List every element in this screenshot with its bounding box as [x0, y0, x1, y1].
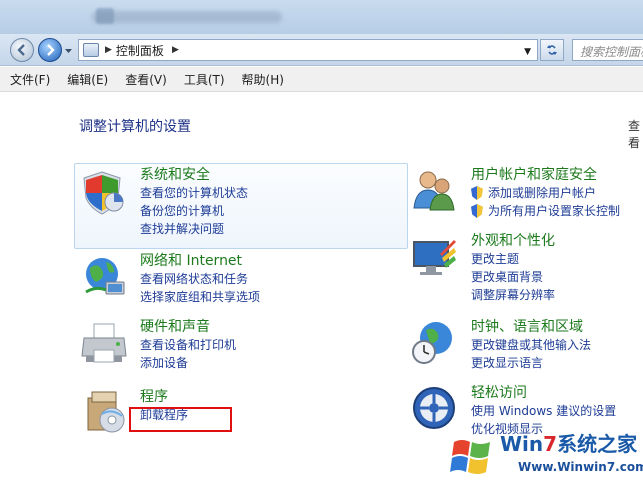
blurred-window-title — [92, 11, 282, 23]
link-change-background[interactable]: 更改桌面背景 — [471, 268, 555, 286]
watermark-brand: Win7系统之家 — [500, 428, 637, 457]
link-troubleshoot[interactable]: 查找并解决问题 — [140, 220, 248, 238]
arrow-left-icon — [17, 44, 25, 56]
control-panel-icon — [83, 43, 99, 57]
link-add-device[interactable]: 添加设备 — [140, 354, 236, 372]
link-backup-computer[interactable]: 备份您的计算机 — [140, 202, 248, 220]
category-clock-language: 时钟、语言和区域 更改键盘或其他输入法 更改显示语言 — [471, 318, 591, 372]
watermark-url: Www.Winwin7.com — [518, 460, 643, 474]
category-network-internet: 网络和 Internet 查看网络状态和任务 选择家庭组和共享选项 — [140, 252, 260, 306]
breadcrumb-control-panel[interactable]: 控制面板 — [116, 42, 164, 59]
back-button[interactable] — [10, 38, 34, 62]
navigation-bar: ▶ 控制面板 ▶ ▼ 搜索控制面板 — [0, 34, 643, 66]
users-icon — [413, 171, 455, 211]
display-icon — [413, 240, 456, 275]
category-title-programs[interactable]: 程序 — [140, 388, 188, 406]
menu-edit[interactable]: 编辑(E) — [67, 71, 108, 88]
view-by-label[interactable]: 查看 — [628, 117, 643, 151]
link-uninstall-program[interactable]: 卸载程序 — [140, 406, 188, 424]
watermark-brand-seven: 7 — [543, 432, 558, 456]
category-title-appearance[interactable]: 外观和个性化 — [471, 232, 555, 250]
category-title-network-internet[interactable]: 网络和 Internet — [140, 252, 260, 270]
breadcrumb-arrow-icon[interactable]: ▶ — [105, 45, 112, 55]
link-change-input-method[interactable]: 更改键盘或其他输入法 — [471, 336, 591, 354]
menu-file[interactable]: 文件(F) — [10, 71, 50, 88]
refresh-button[interactable] — [540, 39, 564, 61]
page-title: 调整计算机的设置 — [79, 119, 191, 135]
menu-view[interactable]: 查看(V) — [125, 71, 167, 88]
arrow-right-icon — [47, 44, 55, 56]
shield-icon — [83, 171, 124, 215]
category-title-ease-of-access[interactable]: 轻松访问 — [471, 384, 616, 402]
link-homegroup-sharing[interactable]: 选择家庭组和共享选项 — [140, 288, 260, 306]
control-panel-content: 调整计算机的设置 查看 系统和安全 查看您的计算机状态 备份您的计算机 查找并解… — [0, 92, 643, 482]
link-change-display-language[interactable]: 更改显示语言 — [471, 354, 591, 372]
link-devices-printers[interactable]: 查看设备和打印机 — [140, 336, 236, 354]
category-appearance: 外观和个性化 更改主题 更改桌面背景 调整屏幕分辨率 — [471, 232, 555, 304]
forward-button[interactable] — [38, 38, 62, 62]
breadcrumb-arrow-icon[interactable]: ▶ — [172, 45, 179, 55]
category-title-system-security[interactable]: 系统和安全 — [140, 166, 248, 184]
site-watermark: Win7系统之家 Www.Winwin7.com — [448, 426, 643, 482]
menu-bar: 文件(F) 编辑(E) 查看(V) 工具(T) 帮助(H) — [0, 67, 643, 92]
ease-of-access-icon — [413, 387, 455, 429]
category-user-accounts: 用户帐户和家庭安全 添加或删除用户帐户 为所有用户设置家长控制 — [471, 166, 620, 220]
link-add-remove-accounts[interactable]: 添加或删除用户帐户 — [471, 184, 620, 202]
link-screen-resolution[interactable]: 调整屏幕分辨率 — [471, 286, 555, 304]
address-dropdown-icon[interactable]: ▼ — [524, 47, 531, 57]
menu-help[interactable]: 帮助(H) — [242, 71, 284, 88]
watermark-brand-suffix: 系统之家 — [557, 432, 638, 456]
category-system-security: 系统和安全 查看您的计算机状态 备份您的计算机 查找并解决问题 — [140, 166, 248, 238]
category-title-user-accounts[interactable]: 用户帐户和家庭安全 — [471, 166, 620, 184]
windows-flag-icon — [450, 440, 490, 474]
refresh-icon — [547, 45, 557, 55]
programs-icon — [87, 391, 125, 433]
category-hardware-sound: 硬件和声音 查看设备和打印机 添加设备 — [140, 318, 236, 372]
link-network-status[interactable]: 查看网络状态和任务 — [140, 270, 260, 288]
network-globe-icon — [85, 258, 125, 295]
printer-icon — [81, 323, 127, 363]
search-input[interactable]: 搜索控制面板 — [572, 39, 643, 61]
link-recommended-settings[interactable]: 使用 Windows 建议的设置 — [471, 402, 616, 420]
link-view-computer-status[interactable]: 查看您的计算机状态 — [140, 184, 248, 202]
category-programs: 程序 卸载程序 — [140, 388, 188, 424]
link-parental-controls[interactable]: 为所有用户设置家长控制 — [471, 202, 620, 220]
link-change-theme[interactable]: 更改主题 — [471, 250, 555, 268]
address-bar[interactable]: ▶ 控制面板 ▶ ▼ — [78, 39, 538, 61]
recent-pages-dropdown-icon[interactable] — [64, 47, 73, 55]
clock-globe-icon — [412, 322, 452, 364]
category-title-clock-language[interactable]: 时钟、语言和区域 — [471, 318, 591, 336]
watermark-brand-prefix: Win — [500, 432, 544, 456]
category-title-hardware-sound[interactable]: 硬件和声音 — [140, 318, 236, 336]
window-title-bar — [0, 0, 643, 34]
menu-tools[interactable]: 工具(T) — [184, 71, 225, 88]
